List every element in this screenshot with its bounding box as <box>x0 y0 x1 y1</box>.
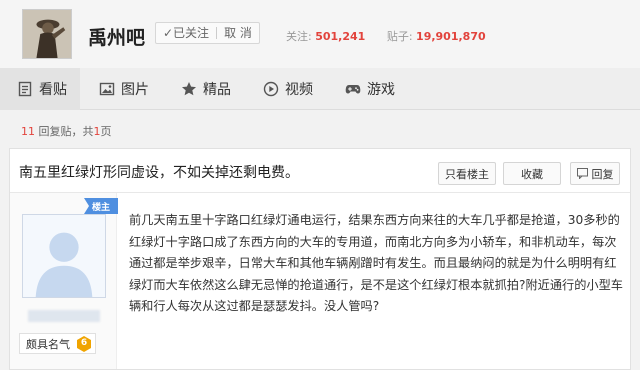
thread-title: 南五里红绿灯形同虚设，不如关掉还剩电费。 <box>19 165 299 181</box>
forum-avatar[interactable] <box>22 9 72 59</box>
username-redacted <box>28 310 100 322</box>
gamepad-icon <box>345 81 361 97</box>
op-badge-label: 楼主 <box>91 203 110 213</box>
only-op-button[interactable]: 只看楼主 <box>438 162 496 185</box>
forum-header: 禹州吧 ✓已关注 取 消 关注: 501,241 贴子: 19,901,870 <box>0 0 640 68</box>
posts-label: 贴子: <box>386 30 413 43</box>
rank-label: 颇具名气 <box>26 337 70 351</box>
thread-card: 南五里红绿灯形同虚设，不如关掉还剩电费。 只看楼主 收藏 回复 楼主 颇具名气 … <box>9 148 631 370</box>
tab-images[interactable]: 图片 <box>99 68 149 110</box>
tab-label: 游戏 <box>367 82 395 98</box>
page-count: 1 <box>93 125 101 138</box>
reply-icon <box>576 168 588 179</box>
followers-label: 关注: <box>286 30 312 43</box>
reply-count: 11 <box>21 125 35 138</box>
followers-count: 501,241 <box>315 30 366 43</box>
statue-image-icon <box>23 10 71 58</box>
thread-title-bar: 南五里红绿灯形同虚设，不如关掉还剩电费。 只看楼主 收藏 回复 <box>10 149 630 193</box>
author-column: 楼主 颇具名气 6 <box>10 193 118 369</box>
tab-featured[interactable]: 精品 <box>181 68 231 110</box>
reply-button[interactable]: 回复 <box>570 162 620 185</box>
post-content: 前几天南五里十字路口红绿灯通电运行，结果东西方向来往的大车几乎都是抢道，30多秒… <box>129 213 623 313</box>
level-badge-icon: 6 <box>77 335 91 352</box>
tab-label: 精品 <box>203 82 231 98</box>
follow-control: ✓已关注 取 消 <box>155 22 260 44</box>
tab-label: 视频 <box>285 82 313 98</box>
image-icon <box>99 81 115 97</box>
forum-stats: 关注: 501,241 贴子: 19,901,870 <box>286 28 504 44</box>
reply-label: 回复 <box>591 167 614 181</box>
reply-label: 回复贴，共 <box>38 125 94 138</box>
avatar[interactable] <box>22 214 106 298</box>
tab-videos[interactable]: 视频 <box>263 68 313 110</box>
tab-posts[interactable]: 看贴 <box>0 68 80 110</box>
page-label: 页 <box>100 125 112 138</box>
document-icon <box>17 81 33 97</box>
rank-badge[interactable]: 颇具名气 6 <box>19 333 96 354</box>
unfollow-button[interactable]: 取 消 <box>217 23 259 43</box>
tab-label: 看贴 <box>39 82 67 98</box>
star-icon <box>181 81 197 97</box>
default-user-icon <box>23 215 105 297</box>
tab-label: 图片 <box>121 82 149 98</box>
forum-page: 禹州吧 ✓已关注 取 消 关注: 501,241 贴子: 19,901,870 … <box>0 0 640 370</box>
favorite-button[interactable]: 收藏 <box>503 162 561 185</box>
followed-button[interactable]: ✓已关注 <box>156 23 216 43</box>
rank-level: 6 <box>80 337 88 348</box>
thread-meta: 11 回复贴，共1页 <box>21 123 112 139</box>
video-icon <box>263 81 279 97</box>
posts-count: 19,901,870 <box>416 30 486 43</box>
forum-name[interactable]: 禹州吧 <box>88 23 145 50</box>
forum-tabs: 看贴 图片 精品 视频 游戏 <box>0 68 640 110</box>
tab-games[interactable]: 游戏 <box>345 68 395 110</box>
op-badge: 楼主 <box>84 198 118 214</box>
